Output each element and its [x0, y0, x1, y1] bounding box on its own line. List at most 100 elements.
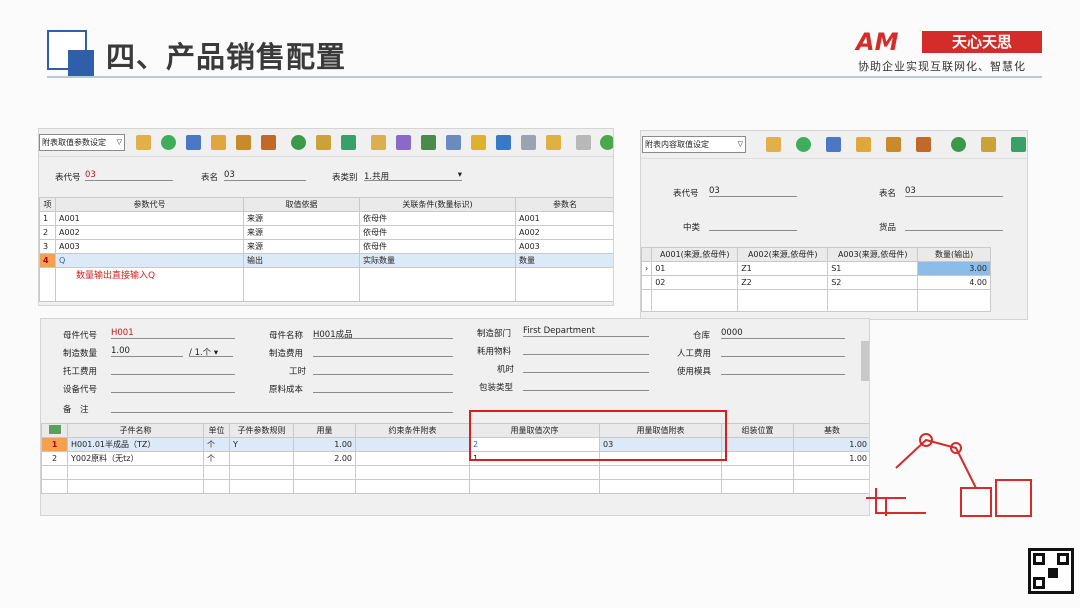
parent-name-field[interactable]: H001成品	[313, 328, 453, 340]
column-header: 约束条件附表	[355, 423, 470, 438]
param-settings-window: 附表取值参数设定 ▽ 表代号 03 表名 03 表类别 1.共用 ▾ 项参数代号取…	[38, 128, 614, 306]
package-field[interactable]	[523, 380, 649, 391]
column-header: 组装位置	[721, 423, 794, 438]
arrow-icon[interactable]	[421, 135, 436, 150]
table-code-label: 表代号	[55, 173, 81, 183]
labor-cost-label: 人工费用	[677, 349, 712, 359]
table-row[interactable]: 2 A002 来源 依母件 A002	[39, 225, 613, 240]
parent-code-field[interactable]: H001	[111, 328, 235, 339]
goods-field[interactable]	[905, 220, 1003, 231]
column-header: 参数名	[515, 197, 613, 212]
money-bag-icon[interactable]	[316, 135, 331, 150]
table-row-empty	[41, 479, 869, 494]
table-row[interactable]: › 01 Z1 S1 3.00	[641, 261, 991, 276]
phone-icon[interactable]	[161, 135, 176, 150]
table-name-field[interactable]: 03	[224, 170, 306, 181]
toolbar: 附表内容取值设定 ▽	[641, 131, 1027, 159]
brand-logo-text: 天心天思	[922, 31, 1042, 53]
equipment-label: 设备代号	[63, 385, 98, 395]
column-header: 子件名称	[67, 423, 204, 438]
copy-icon[interactable]	[576, 135, 591, 150]
unit-select[interactable]: / 1.个 ▾	[189, 346, 233, 358]
info-icon[interactable]	[496, 135, 511, 150]
work-hours-field[interactable]	[313, 364, 453, 375]
spell-icon[interactable]	[766, 137, 781, 152]
labor-cost-field[interactable]	[721, 346, 845, 357]
table-code-field[interactable]: 03	[709, 186, 797, 197]
monitor-icon[interactable]	[826, 137, 841, 152]
users-icon[interactable]	[396, 135, 411, 150]
table-row[interactable]: 02 Z2 S2 4.00	[641, 275, 991, 290]
title-decoration-square-filled	[68, 50, 94, 76]
highlight-box	[469, 410, 727, 461]
column-header: 参数代号	[55, 197, 244, 212]
briefcase-icon[interactable]	[886, 137, 901, 152]
mold-field[interactable]	[721, 364, 845, 375]
spell-icon[interactable]	[136, 135, 151, 150]
document-icon[interactable]	[521, 135, 536, 150]
quantity-field[interactable]: 1.00	[111, 346, 183, 357]
scrollbar[interactable]	[861, 341, 869, 381]
home-icon[interactable]	[261, 135, 276, 150]
column-header: 取值依据	[243, 197, 360, 212]
cart-icon[interactable]	[341, 135, 356, 150]
manufacture-cost-field[interactable]	[313, 346, 453, 357]
table-row[interactable]: 1 A001 来源 依母件 A001	[39, 211, 613, 226]
folder-icon[interactable]	[546, 135, 561, 150]
form-select[interactable]: 附表内容取值设定 ▽	[642, 136, 746, 153]
content-settings-window: 附表内容取值设定 ▽ 表代号 03 表名 03 中类 货品 A001(来源,依母件…	[640, 130, 1028, 320]
phone-icon[interactable]	[796, 137, 811, 152]
warehouse-label: 仓库	[693, 331, 711, 341]
table-row-selected[interactable]: 4 Q 输出 实际数量 数量	[39, 253, 613, 268]
briefcase-icon[interactable]	[236, 135, 251, 150]
material-label: 耗用物料	[477, 347, 512, 357]
table-row-empty: 数量输出直接输入Q	[39, 267, 613, 302]
raw-cost-label: 原料成本	[269, 385, 304, 395]
work-hours-label: 工时	[289, 367, 307, 377]
table-name-field[interactable]: 03	[905, 186, 1003, 197]
column-header: 子件参数规则	[229, 423, 294, 438]
middle-class-label: 中类	[683, 223, 701, 233]
table-type-select[interactable]: 1.共用 ▾	[364, 170, 462, 182]
table-code-field[interactable]: 03	[85, 170, 173, 181]
dollar-icon[interactable]	[951, 137, 966, 152]
table-row[interactable]: 2 Y002原料（无tz）个 2.00 1 1.00	[41, 451, 869, 466]
lock-icon[interactable]	[211, 135, 226, 150]
monitor-icon[interactable]	[186, 135, 201, 150]
middle-class-field[interactable]	[709, 220, 797, 231]
table-row[interactable]: 3 A003 来源 依母件 A003	[39, 239, 613, 254]
outsource-cost-label: 托工费用	[63, 367, 98, 377]
table-row-selected[interactable]: 1 H001.01半成品（TZ）个 Y 1.00 2 03 1.00	[41, 437, 869, 452]
remark-field[interactable]	[111, 402, 453, 413]
table-row-empty	[41, 465, 869, 480]
annotation-note: 数量输出直接输入Q	[55, 267, 244, 302]
lock-icon[interactable]	[856, 137, 871, 152]
qr-code-icon	[1028, 548, 1074, 594]
column-header: 用量	[293, 423, 356, 438]
machine-hours-field[interactable]	[523, 362, 649, 373]
title-divider	[47, 76, 1042, 78]
package-label: 包装类型	[479, 383, 514, 393]
column-header: 项	[39, 197, 56, 212]
bom-grid: 子件名称 单位 子件参数规则 用量 约束条件附表 用量取值次序 用量取值附表 组…	[41, 423, 869, 494]
mail-icon[interactable]	[471, 135, 486, 150]
money-bag-icon[interactable]	[981, 137, 996, 152]
form-select[interactable]: 附表取值参数设定 ▽	[39, 134, 125, 151]
clipboard-icon[interactable]	[371, 135, 386, 150]
robot-arm-illustration	[866, 433, 1032, 517]
confirm-icon[interactable]	[600, 135, 613, 150]
warehouse-field[interactable]: 0000	[721, 328, 845, 339]
equipment-field[interactable]	[111, 382, 235, 393]
raw-cost-field[interactable]	[313, 382, 453, 393]
dollar-icon[interactable]	[291, 135, 306, 150]
home-icon[interactable]	[916, 137, 931, 152]
dept-field[interactable]: First Department	[523, 326, 649, 337]
column-header: A001(来源,依母件)	[651, 247, 739, 262]
material-field[interactable]	[523, 344, 649, 355]
outsource-cost-field[interactable]	[111, 364, 235, 375]
help-icon[interactable]	[446, 135, 461, 150]
table-name-label: 表名	[201, 173, 219, 183]
cart-icon[interactable]	[1011, 137, 1026, 152]
table-code-label: 表代号	[673, 189, 699, 199]
bom-window: 母件代号 H001 母件名称 H001成品 制造部门 First Departm…	[40, 318, 870, 516]
